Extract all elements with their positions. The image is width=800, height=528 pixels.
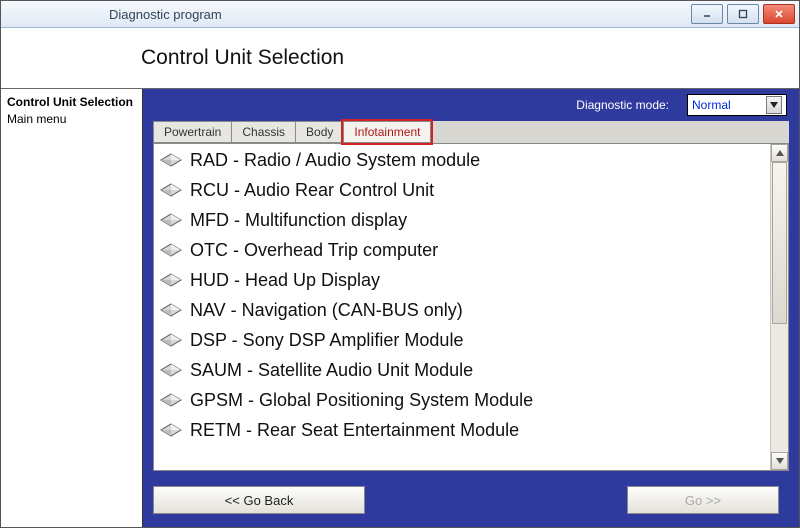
list-item[interactable]: RETM - Rear Seat Entertainment Module <box>154 415 770 445</box>
module-icon <box>160 423 182 437</box>
main: Control Unit Selection Main menu Diagnos… <box>1 89 799 527</box>
app-window: Diagnostic program Control Unit Selectio… <box>0 0 800 528</box>
diagnostic-mode-value: Normal <box>692 98 731 112</box>
list-item[interactable]: OTC - Overhead Trip computer <box>154 235 770 265</box>
module-icon <box>160 303 182 317</box>
panel: Powertrain Chassis Body Infotainment RAD… <box>153 121 789 471</box>
list-item-label: DSP - Sony DSP Amplifier Module <box>190 330 463 351</box>
list-item-label: MFD - Multifunction display <box>190 210 407 231</box>
maximize-button[interactable] <box>727 4 759 24</box>
tab-chassis[interactable]: Chassis <box>231 121 296 143</box>
list-item[interactable]: NAV - Navigation (CAN-BUS only) <box>154 295 770 325</box>
module-icon <box>160 243 182 257</box>
list-item-label: NAV - Navigation (CAN-BUS only) <box>190 300 463 321</box>
module-icon <box>160 153 182 167</box>
list-item[interactable]: DSP - Sony DSP Amplifier Module <box>154 325 770 355</box>
content: Diagnostic mode: Normal Powertrain Chass… <box>143 89 799 527</box>
list-wrap: RAD - Radio / Audio System module RCU - A… <box>153 143 789 471</box>
list-item-label: GPSM - Global Positioning System Module <box>190 390 533 411</box>
tabs: Powertrain Chassis Body Infotainment <box>153 121 789 143</box>
module-icon <box>160 273 182 287</box>
scroll-thumb[interactable] <box>772 162 787 324</box>
module-icon <box>160 363 182 377</box>
chevron-down-icon <box>766 96 782 114</box>
window-title: Diagnostic program <box>109 7 222 22</box>
minimize-button[interactable] <box>691 4 723 24</box>
diagnostic-mode-select[interactable]: Normal <box>687 94 787 116</box>
diagnostic-mode-label: Diagnostic mode: <box>576 98 669 112</box>
scroll-down-button[interactable] <box>771 452 788 470</box>
diagnostic-mode-row: Diagnostic mode: Normal <box>143 89 799 121</box>
module-icon <box>160 213 182 227</box>
scroll-up-button[interactable] <box>771 144 788 162</box>
go-back-button[interactable]: << Go Back <box>153 486 365 514</box>
list-item-label: RCU - Audio Rear Control Unit <box>190 180 434 201</box>
list-item[interactable]: RAD - Radio / Audio System module <box>154 145 770 175</box>
scrollbar[interactable] <box>770 144 788 470</box>
list-item-label: RAD - Radio / Audio System module <box>190 150 480 171</box>
footer: << Go Back Go >> <box>143 477 799 527</box>
close-button[interactable] <box>763 4 795 24</box>
module-icon <box>160 183 182 197</box>
page-title: Control Unit Selection <box>141 46 344 70</box>
list-item[interactable]: RCU - Audio Rear Control Unit <box>154 175 770 205</box>
list-item-label: HUD - Head Up Display <box>190 270 380 291</box>
list-item-label: OTC - Overhead Trip computer <box>190 240 438 261</box>
list-item[interactable]: SAUM - Satellite Audio Unit Module <box>154 355 770 385</box>
sidebar-item-main-menu[interactable]: Main menu <box>7 112 136 127</box>
module-list: RAD - Radio / Audio System module RCU - A… <box>154 144 770 470</box>
sidebar-item-cus[interactable]: Control Unit Selection <box>7 95 136 110</box>
scroll-track[interactable] <box>771 162 788 452</box>
module-icon <box>160 393 182 407</box>
titlebar: Diagnostic program <box>1 1 799 28</box>
header: Control Unit Selection <box>1 28 799 89</box>
tab-body[interactable]: Body <box>295 121 344 143</box>
tab-infotainment[interactable]: Infotainment <box>343 121 431 143</box>
list-item[interactable]: MFD - Multifunction display <box>154 205 770 235</box>
list-item-label: RETM - Rear Seat Entertainment Module <box>190 420 519 441</box>
tab-powertrain[interactable]: Powertrain <box>153 121 232 143</box>
window-buttons <box>687 2 799 26</box>
module-icon <box>160 333 182 347</box>
list-item-label: SAUM - Satellite Audio Unit Module <box>190 360 473 381</box>
sidebar: Control Unit Selection Main menu <box>1 89 143 527</box>
list-item[interactable]: GPSM - Global Positioning System Module <box>154 385 770 415</box>
list-item[interactable]: HUD - Head Up Display <box>154 265 770 295</box>
go-next-button[interactable]: Go >> <box>627 486 779 514</box>
